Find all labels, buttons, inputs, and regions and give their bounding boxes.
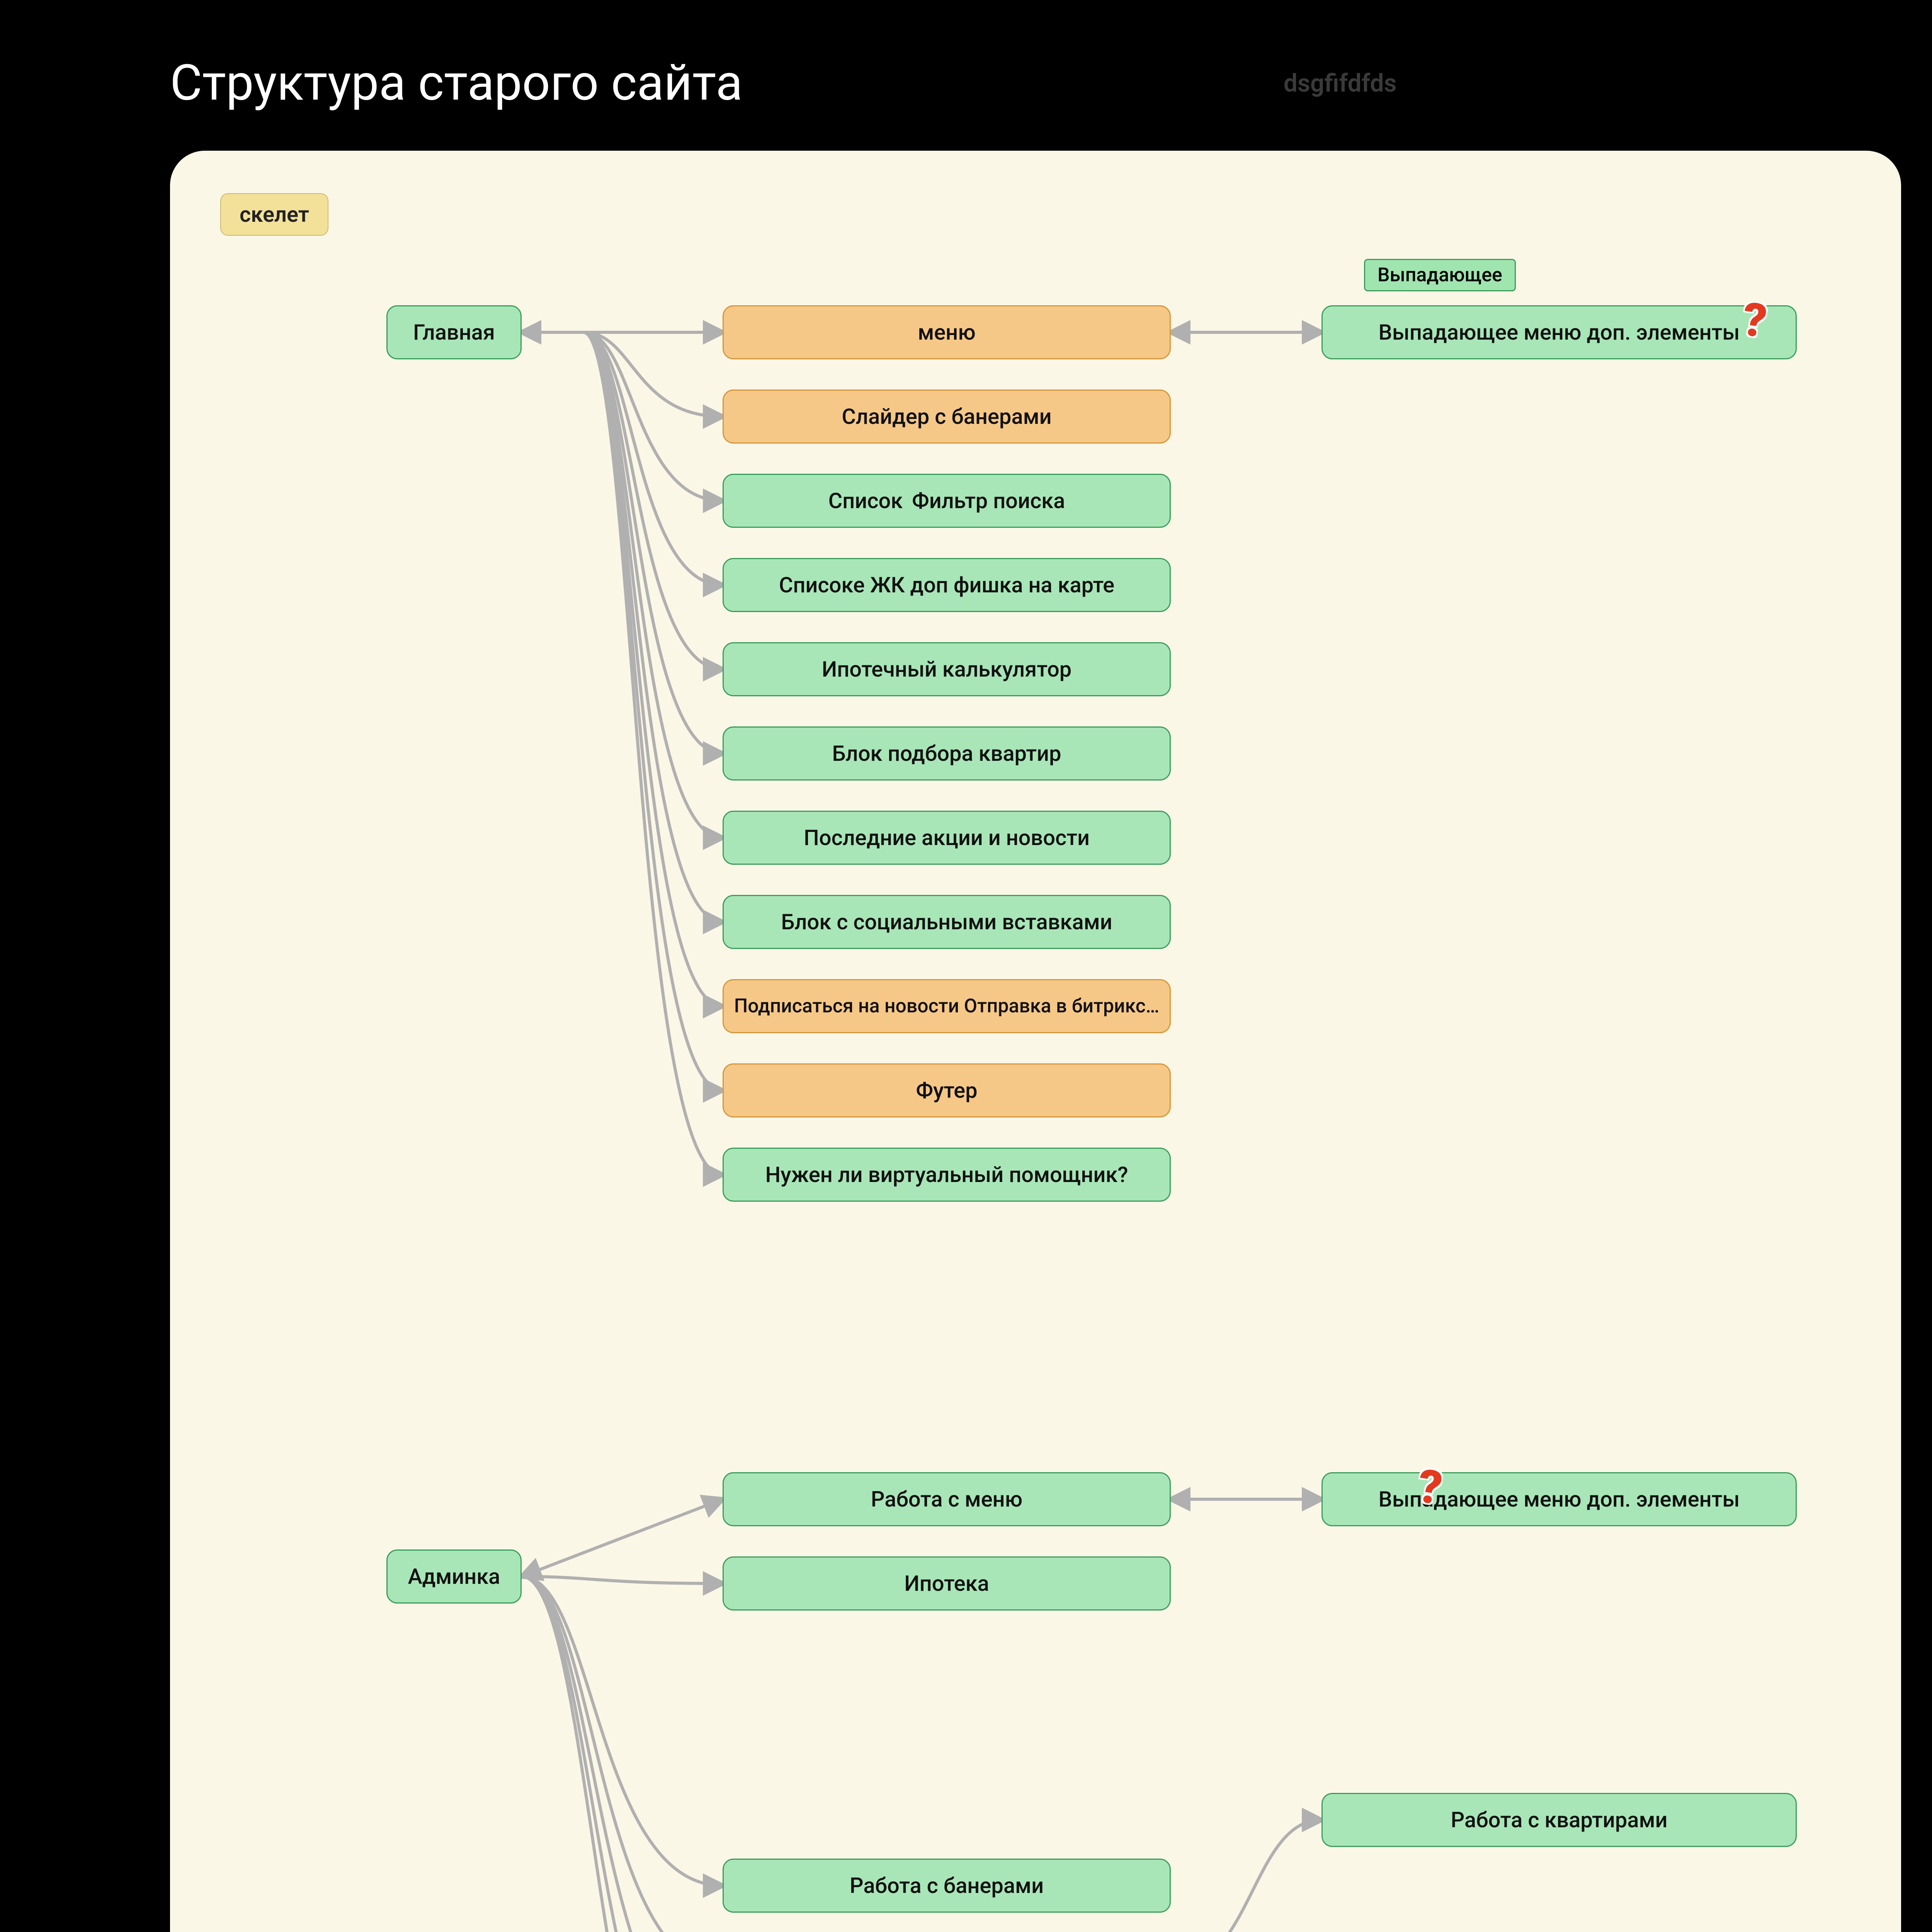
node-main-news[interactable]: Последние акции и новости (723, 811, 1171, 865)
node-admin-flats[interactable]: Работа с квартирами (1321, 1793, 1797, 1847)
node-root-admin[interactable]: Админка (386, 1549, 522, 1604)
page-header: Структура старого сайта dsgfifdfds (0, 0, 1932, 151)
node-admin-mortgage[interactable]: Ипотека (723, 1556, 1171, 1611)
node-main-list-a: Список (828, 488, 903, 514)
node-main-virtual[interactable]: Нужен ли виртуальный помощник? (723, 1148, 1171, 1202)
node-main-subscribe[interactable]: Подписаться на новости Отправка в битрик… (723, 979, 1171, 1033)
node-main-slider[interactable]: Слайдер с банерами (723, 389, 1171, 444)
page-sub: dsgfifdfds (1284, 69, 1397, 98)
tab-skeleton[interactable]: скелет (220, 193, 328, 236)
node-admin-banners[interactable]: Работа с банерами (723, 1859, 1171, 1913)
diagram-canvas[interactable]: скелет (170, 151, 1901, 1932)
node-main-pick[interactable]: Блок подбора квартир (723, 726, 1171, 781)
node-main-list-filter[interactable]: Список Фильтр поиска (723, 474, 1171, 528)
page-title: Структура старого сайта (170, 54, 743, 112)
node-main-zk[interactable]: Списоке ЖК доп фишка на карте (723, 558, 1171, 612)
node-main-footer[interactable]: Футер (723, 1063, 1171, 1117)
node-main-list-b: Фильтр поиска (912, 488, 1065, 514)
node-admin-dropdown[interactable]: Выпадающее меню доп. элементы (1321, 1472, 1797, 1526)
node-main-mortgage[interactable]: Ипотечный калькулятор (723, 642, 1171, 696)
badge-dropdown: Выпадающее (1364, 259, 1516, 291)
node-main-dropdown[interactable]: Выпадающее меню доп. элементы (1321, 305, 1797, 359)
node-main-social[interactable]: Блок с социальными вставками (723, 895, 1171, 949)
node-admin-menu[interactable]: Работа с меню (723, 1472, 1171, 1526)
node-root-main[interactable]: Главная (386, 305, 522, 359)
node-main-menu[interactable]: меню (723, 305, 1171, 359)
